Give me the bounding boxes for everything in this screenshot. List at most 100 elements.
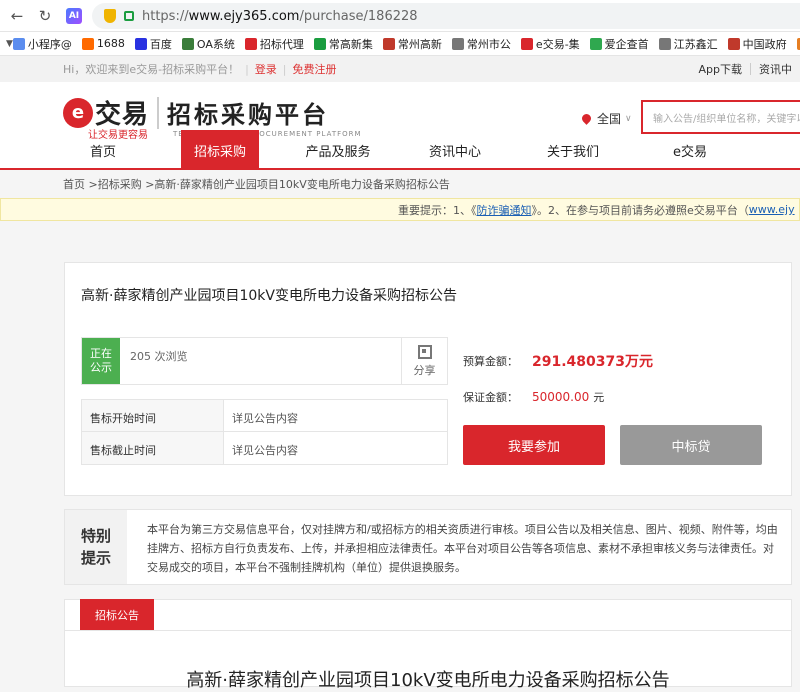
nav-bidding[interactable]: 招标采购 bbox=[181, 130, 259, 170]
platform-title: 招标采购平台 bbox=[167, 101, 330, 129]
sale-end-value: 详见公告内容 bbox=[232, 444, 298, 457]
bookmark-favicon-icon bbox=[451, 37, 464, 50]
bookmark-favicon-icon bbox=[589, 37, 602, 50]
bid-loan-button[interactable]: 中标贷 bbox=[620, 425, 762, 465]
site-header: e 交易 招标采购平台 让交易更容易 TENDERING AND PROCURE… bbox=[0, 82, 800, 170]
site-logo[interactable]: e 交易 招标采购平台 让交易更容易 TENDERING AND PROCURE… bbox=[63, 94, 361, 141]
status-badge: 正在公示 bbox=[82, 338, 120, 384]
bookmark-item[interactable]: 爱企查首 bbox=[589, 36, 649, 52]
bookmark-item[interactable]: 常州市公 bbox=[451, 36, 511, 52]
bookmark-favicon-icon bbox=[244, 37, 257, 50]
location-pin-icon bbox=[580, 112, 593, 125]
login-link[interactable]: 登录 bbox=[255, 61, 277, 77]
bookmark-favicon-icon bbox=[658, 37, 671, 50]
project-title: 高新·薛家精创产业园项目10kV变电所电力设备采购招标公告 bbox=[81, 288, 457, 304]
bookmark-favicon-icon bbox=[12, 37, 25, 50]
url-host: www.ejy365.com bbox=[188, 8, 300, 24]
bookmark-item[interactable]: 百度 bbox=[134, 36, 172, 52]
bookmark-label: 1688 bbox=[96, 37, 125, 50]
bookmark-label: e交易-集 bbox=[535, 37, 580, 51]
divider: | bbox=[282, 62, 287, 76]
bookmark-favicon-icon bbox=[134, 37, 147, 50]
bookmark-item[interactable]: 常州高新 bbox=[382, 36, 442, 52]
search-input[interactable]: 输入公告/组织单位名称，关键字以 bbox=[641, 100, 800, 134]
deposit-unit: 元 bbox=[593, 391, 605, 404]
url-scheme: https:// bbox=[142, 8, 189, 24]
app-download-link[interactable]: App下载 bbox=[691, 61, 751, 77]
breadcrumb[interactable]: 首页 >招标采购 >高新·薛家精创产业园项目10kV变电所电力设备采购招标公告 bbox=[0, 170, 800, 198]
logo-mark: e bbox=[63, 97, 93, 128]
bookmark-label: 江苏鑫汇 bbox=[673, 37, 718, 51]
join-button[interactable]: 我要参加 bbox=[463, 425, 605, 465]
deposit-value: 50000.00 bbox=[532, 390, 590, 404]
bookmark-item[interactable]: 江苏鑫汇 bbox=[658, 36, 718, 52]
table-row: 售标截止时间 详见公告内容 bbox=[82, 432, 447, 464]
nav-about[interactable]: 关于我们 bbox=[532, 132, 614, 168]
bookmark-label: 常高新集 bbox=[328, 37, 373, 51]
bookmark-item[interactable]: 招标代理 bbox=[244, 36, 304, 52]
shield-icon[interactable] bbox=[104, 9, 116, 23]
nav-news[interactable]: 资讯中心 bbox=[414, 132, 496, 168]
site-topbar: Hi，欢迎来到e交易-招标采购平台！ | 登录 | 免费注册 App下载 资讯中 bbox=[0, 56, 800, 82]
project-card: 高新·薛家精创产业园项目10kV变电所电力设备采购招标公告 正在公示 205 次… bbox=[64, 262, 792, 496]
bookmark-label: 常州市公 bbox=[466, 37, 511, 51]
divider: | bbox=[245, 62, 249, 76]
register-link[interactable]: 免费注册 bbox=[293, 61, 337, 77]
bookmark-item[interactable]: 1688 bbox=[81, 36, 125, 52]
nav-products[interactable]: 产品及服务 bbox=[290, 132, 386, 168]
notice-prefix: 重要提示：1、《 bbox=[398, 203, 477, 217]
notice-middle: 》。2、在参与项目前请务必遵照e交易平台（ bbox=[531, 203, 749, 217]
sale-end-label: 售标截止时间 bbox=[82, 432, 224, 464]
bookmark-item[interactable]: e交易-集 bbox=[520, 36, 580, 52]
bookmark-favicon-icon bbox=[313, 37, 326, 50]
share-button[interactable]: 分享 bbox=[401, 338, 447, 384]
bookmarks-bar: ▼ 小程序@ 1688 百度 OA系统 招标代理 常高新集 常州高新 常州市公 e交易-集 爱企查… bbox=[0, 32, 800, 56]
deposit-label: 保证金额： bbox=[463, 391, 518, 404]
status-bar: 正在公示 205 次浏览 分享 bbox=[81, 337, 448, 385]
sale-start-value: 详见公告内容 bbox=[232, 412, 298, 425]
url-path: /purchase/186228 bbox=[299, 8, 418, 24]
bookmark-label: 小程序@ bbox=[27, 37, 72, 51]
notice-banner: 重要提示：1、《 防诈骗通知 》。2、在参与项目前请务必遵照e交易平台（ www.ej… bbox=[0, 198, 800, 221]
main-nav: 首页 招标采购 产品及服务 资讯中心 关于我们 e交易 bbox=[0, 130, 800, 170]
bookmark-favicon-icon bbox=[727, 37, 740, 50]
region-label: 全国 bbox=[597, 112, 622, 126]
special-notice: 特别提示 本平台为第三方交易信息平台，仅对挂牌方和/或招标方的相关资质进行审核。… bbox=[64, 509, 792, 585]
bookmark-label: 爱企查首 bbox=[604, 37, 649, 51]
welcome-text: Hi，欢迎来到e交易-招标采购平台！ bbox=[63, 63, 240, 76]
announcement-section: 招标公告 高新·薛家精创产业园项目10kV变电所电力设备采购招标公告 bbox=[64, 599, 792, 691]
anti-fraud-link[interactable]: 防诈骗通知 bbox=[477, 202, 532, 218]
bookmark-favicon-icon bbox=[382, 37, 395, 50]
address-bar[interactable]: https://www.ejy365.com/purchase/186228 bbox=[92, 3, 800, 29]
reload-icon[interactable]: ↻ bbox=[34, 5, 56, 27]
divider bbox=[65, 630, 791, 631]
chevron-down-icon: ∨ bbox=[625, 113, 632, 124]
sale-start-label: 售标开始时间 bbox=[82, 400, 224, 431]
bookmark-favicon-icon bbox=[520, 37, 533, 50]
bookmark-label: 招标代理 bbox=[259, 37, 304, 51]
tab-announcement[interactable]: 招标公告 bbox=[80, 599, 154, 631]
ai-extension-icon[interactable]: AI bbox=[66, 7, 82, 24]
bookmark-favicon-icon bbox=[81, 37, 94, 50]
qr-code-icon bbox=[417, 344, 432, 359]
nav-ejy[interactable]: e交易 bbox=[650, 132, 730, 168]
region-selector[interactable]: 全国 ∨ bbox=[580, 110, 632, 127]
bookmark-label: 中国政府 bbox=[742, 37, 787, 51]
bookmark-item[interactable]: OA系统 bbox=[181, 36, 235, 52]
info-link[interactable]: 资讯中 bbox=[751, 61, 800, 77]
lock-icon bbox=[124, 11, 134, 21]
back-icon[interactable]: ← bbox=[6, 5, 28, 27]
sale-times-table: 售标开始时间 详见公告内容 售标截止时间 详见公告内容 bbox=[81, 399, 448, 465]
bookmark-item[interactable]: 小程序@ bbox=[12, 36, 72, 52]
share-label: 分享 bbox=[413, 363, 436, 377]
bookmark-item[interactable]: 中国政府 bbox=[727, 36, 787, 52]
platform-link[interactable]: www.ejy bbox=[749, 203, 795, 216]
bookmark-dropdown-icon[interactable]: ▼ bbox=[6, 33, 13, 55]
bookmark-item[interactable]: 常高新集 bbox=[313, 36, 373, 52]
nav-home[interactable]: 首页 bbox=[63, 132, 143, 168]
budget-value: 291.480373万元 bbox=[532, 354, 653, 370]
logo-divider bbox=[157, 96, 160, 129]
special-notice-label: 特别提示 bbox=[65, 510, 127, 584]
announcement-title: 高新·薛家精创产业园项目10kV变电所电力设备采购招标公告 bbox=[186, 670, 670, 691]
bookmark-favicon-icon bbox=[181, 37, 194, 50]
